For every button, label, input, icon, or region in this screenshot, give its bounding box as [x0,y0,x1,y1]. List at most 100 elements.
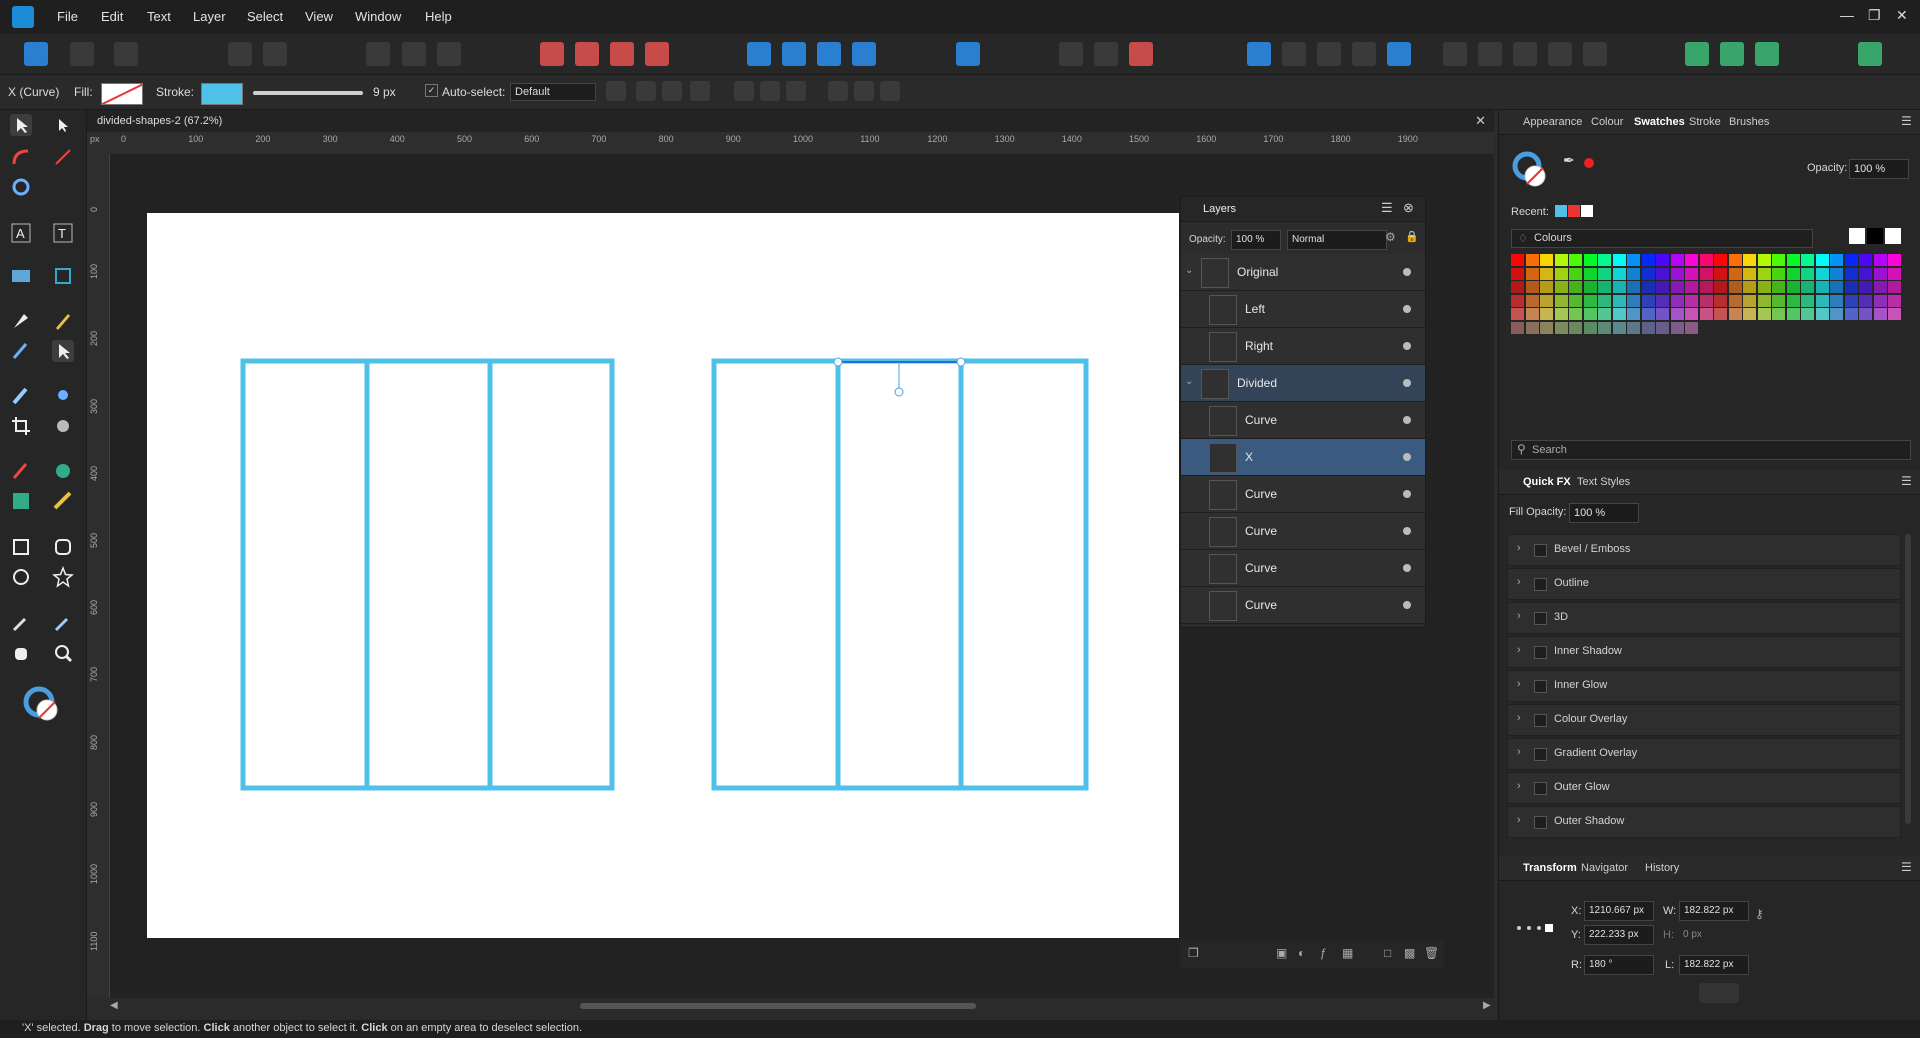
visibility-dot-icon[interactable] [1403,601,1411,609]
fx-checkbox[interactable] [1534,544,1547,557]
fill-tool-icon[interactable] [10,385,32,407]
pixel-persona-icon[interactable] [70,42,94,66]
snapping-icon[interactable] [1094,42,1118,66]
grid-snap-icon[interactable] [690,81,710,101]
layers-menu-icon[interactable]: ☰ [1381,200,1393,216]
document-tab[interactable]: divided-shapes-2 (67.2%) ✕ [87,110,1494,133]
palette-swatch[interactable] [1786,281,1800,293]
palette-swatch[interactable] [1685,267,1698,280]
autoselect-dropdown[interactable]: Default [510,83,596,101]
fill-swatch[interactable] [101,83,143,105]
measure-tool-icon[interactable] [52,490,74,512]
palette-swatch[interactable] [1641,321,1655,334]
palette-swatch[interactable] [1699,254,1713,266]
tab-transform[interactable]: Transform [1523,862,1577,874]
snapping-gear-icon[interactable] [263,42,287,66]
swatch-white[interactable] [1885,228,1901,244]
colour-palette-grid[interactable] [1511,254,1903,334]
palette-swatch[interactable] [1888,294,1901,307]
node-close-icon[interactable] [1513,42,1537,66]
stroke-swatch[interactable] [201,83,243,105]
palette-swatch[interactable] [1511,294,1524,307]
palette-swatch[interactable] [1525,308,1539,320]
palette-swatch[interactable] [1612,254,1626,266]
arrange-front-icon[interactable] [645,42,669,66]
palette-swatch[interactable] [1714,308,1727,320]
fx-checkbox[interactable] [1534,680,1547,693]
palette-swatch[interactable] [1583,308,1597,320]
palette-swatch[interactable] [1598,308,1611,320]
palette-swatch[interactable] [1743,267,1756,280]
layers-opacity-input[interactable]: 100 % [1231,230,1281,250]
paint-brush-icon[interactable] [10,460,32,482]
point-transform-icon[interactable] [52,146,74,168]
hand-tool-icon[interactable] [10,642,32,664]
palette-swatch[interactable] [1786,308,1800,320]
assistant-icon[interactable] [1685,42,1709,66]
palette-swatch[interactable] [1511,281,1524,293]
visibility-dot-icon[interactable] [1403,379,1411,387]
palette-swatch[interactable] [1569,254,1582,266]
visibility-dot-icon[interactable] [1403,564,1411,572]
palette-swatch[interactable] [1815,281,1829,293]
menu-select[interactable]: Select [247,9,283,24]
x-input[interactable]: 1210.667 px [1584,901,1654,921]
chevron-right-icon[interactable]: › [1517,814,1521,826]
palette-swatch[interactable] [1859,281,1872,293]
tab-history[interactable]: History [1645,862,1679,874]
account-icon[interactable] [1858,42,1882,66]
palette-swatch[interactable] [1859,308,1872,320]
chevron-right-icon[interactable]: › [1517,678,1521,690]
palette-swatch[interactable] [1699,281,1713,293]
expand-icon[interactable]: ⌄ [1185,376,1193,387]
palette-swatch[interactable] [1830,294,1843,307]
menu-window[interactable]: Window [355,9,401,24]
tab-navigator[interactable]: Navigator [1581,862,1628,874]
geometry-xor-icon[interactable] [1352,42,1376,66]
ellipse-tool-icon[interactable] [10,566,32,588]
fx-checkbox[interactable] [1534,816,1547,829]
layer-row-curve-1[interactable]: Curve [1181,402,1425,439]
scroll-left-icon[interactable]: ◀ [110,1000,118,1011]
chevron-right-icon[interactable]: › [1517,644,1521,656]
palette-swatch[interactable] [1598,294,1611,307]
fx-outline[interactable]: › Outline [1507,568,1901,600]
palette-swatch[interactable] [1627,308,1640,320]
transform-icon[interactable] [437,42,461,66]
palette-swatch[interactable] [1511,267,1524,280]
swatch-none[interactable] [1849,228,1865,244]
fx-checkbox[interactable] [1534,748,1547,761]
preferences-icon[interactable] [1720,42,1744,66]
palette-swatch[interactable] [1656,281,1669,293]
autoselect-checkbox[interactable]: ✓ [425,84,438,97]
group-icon[interactable]: ▩ [1404,946,1415,960]
rounded-rectangle-icon[interactable] [52,536,74,558]
delete-layer-icon[interactable]: 🗑 [1424,946,1439,960]
layers-settings-gear-icon[interactable]: ⚙ [1385,230,1396,244]
node-tool-icon[interactable] [52,114,74,136]
fx-checkbox[interactable] [1534,782,1547,795]
adjustment-icon[interactable]: ◐ [1298,946,1305,960]
palette-swatch[interactable] [1685,254,1698,266]
palette-swatch[interactable] [1670,281,1684,293]
palette-swatch[interactable] [1714,281,1727,293]
palette-swatch[interactable] [1525,294,1539,307]
visibility-dot-icon[interactable] [1403,416,1411,424]
palette-swatch[interactable] [1757,294,1771,307]
palette-swatch[interactable] [1743,254,1756,266]
palette-swatch[interactable] [1569,294,1582,307]
align-icon[interactable] [956,42,980,66]
palette-swatch[interactable] [1656,267,1669,280]
fx-colour-overlay[interactable]: › Colour Overlay [1507,704,1901,736]
palette-swatch[interactable] [1830,308,1843,320]
palette-swatch[interactable] [1801,294,1814,307]
palette-swatch[interactable] [1888,254,1901,266]
palette-swatch[interactable] [1641,294,1655,307]
palette-swatch[interactable] [1859,254,1872,266]
layer-row-curve-4[interactable]: Curve [1181,550,1425,587]
palette-swatch[interactable] [1743,308,1756,320]
fx-checkbox[interactable] [1534,578,1547,591]
palette-swatch[interactable] [1540,281,1553,293]
palette-swatch[interactable] [1685,308,1698,320]
palette-swatch[interactable] [1540,321,1553,334]
